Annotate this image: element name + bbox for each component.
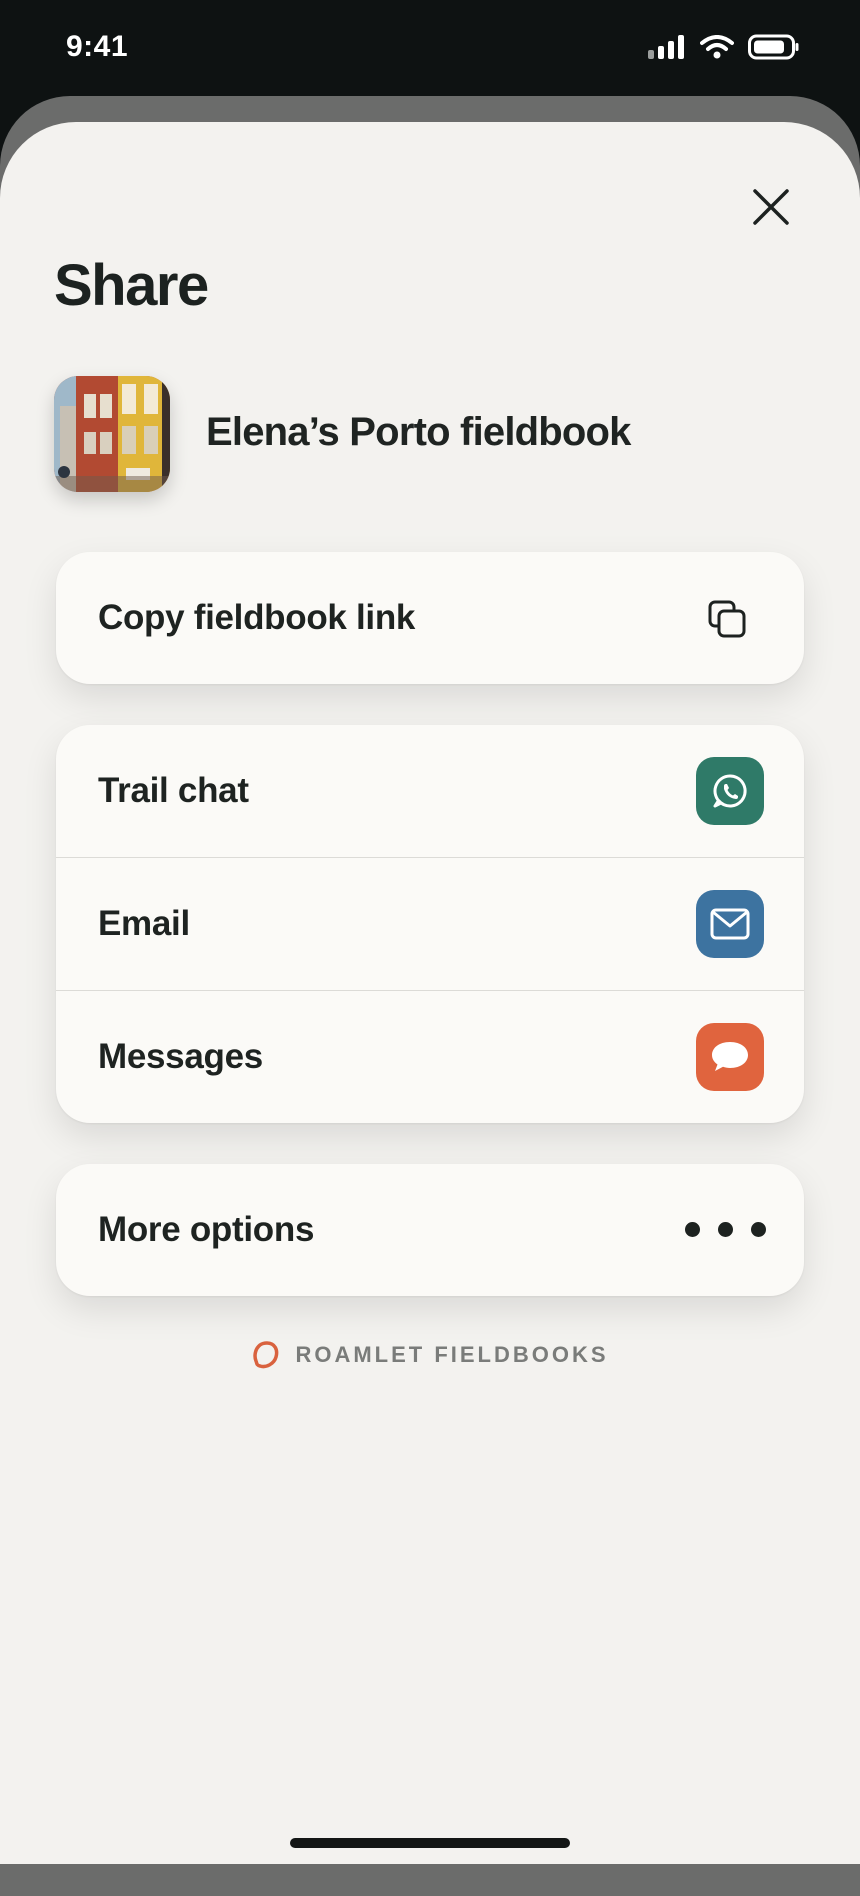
share-messages-button[interactable]: Messages xyxy=(56,990,804,1123)
battery-icon xyxy=(748,34,799,60)
copy-link-button[interactable]: Copy fieldbook link xyxy=(56,552,804,684)
copy-link-card: Copy fieldbook link xyxy=(56,552,804,684)
copy-link-label: Copy fieldbook link xyxy=(98,598,416,637)
mail-icon xyxy=(696,890,764,958)
whatsapp-icon xyxy=(696,757,764,825)
share-target-label: Messages xyxy=(98,1037,263,1076)
share-target-label: Trail chat xyxy=(98,771,249,810)
close-icon xyxy=(753,189,789,225)
more-options-label: More options xyxy=(98,1210,315,1249)
share-email-button[interactable]: Email xyxy=(56,857,804,990)
share-targets-card: Trail chat Email Messages xyxy=(56,725,804,1123)
status-bar: 9:41 xyxy=(0,0,860,96)
status-icons xyxy=(648,34,800,60)
close-button[interactable] xyxy=(740,176,802,238)
cellular-signal-icon xyxy=(648,35,684,59)
roamlet-logo-icon xyxy=(253,1341,279,1369)
brand-footer: ROAMLET FIELDBOOKS xyxy=(0,1340,860,1370)
home-indicator[interactable] xyxy=(290,1838,570,1848)
brand-text: ROAMLET FIELDBOOKS xyxy=(295,1342,609,1367)
more-icon xyxy=(685,1222,766,1237)
copy-icon xyxy=(708,600,746,638)
fieldbook-thumbnail xyxy=(54,376,170,492)
more-options-button[interactable]: More options xyxy=(56,1164,804,1296)
status-time: 9:41 xyxy=(66,30,129,63)
wifi-icon xyxy=(700,35,734,59)
chat-bubble-icon xyxy=(696,1023,764,1091)
more-options-card: More options xyxy=(56,1164,804,1296)
fieldbook-name: Elena’s Porto fieldbook xyxy=(206,410,631,454)
share-trail-chat-button[interactable]: Trail chat xyxy=(56,725,804,857)
share-target-label: Email xyxy=(98,904,190,943)
page-title: Share xyxy=(54,253,209,318)
